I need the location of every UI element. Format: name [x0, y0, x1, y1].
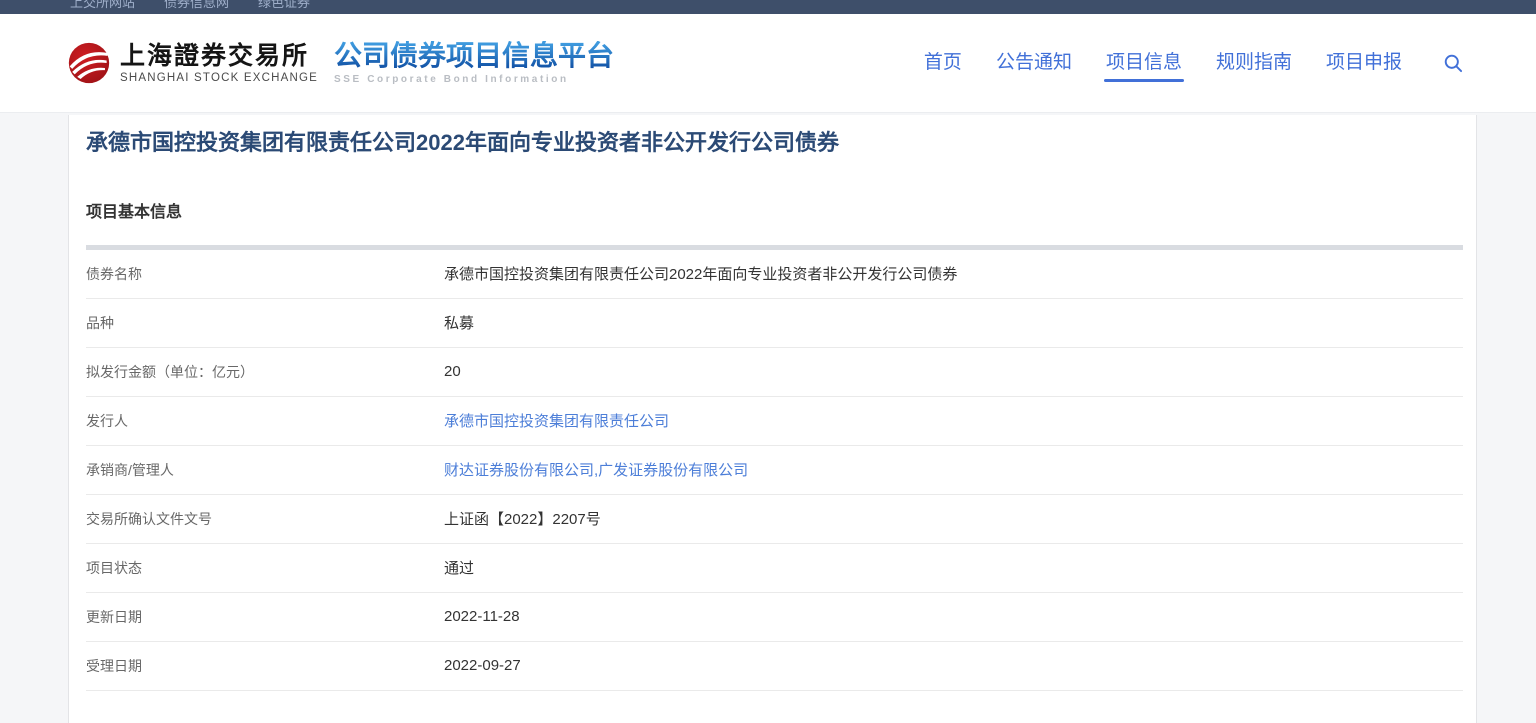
- nav-item[interactable]: 首页: [922, 41, 964, 86]
- sse-logo-icon: [68, 42, 110, 84]
- table-row: 拟发行金额（单位：亿元） 20: [86, 348, 1463, 397]
- row-label: 项目状态: [86, 558, 444, 578]
- header-nav-group: 首页 公告通知 项目信息 规则指南 项目申报: [922, 41, 1464, 86]
- sse-name-cn: 上海證券交易所: [120, 42, 318, 70]
- platform-name-en: SSE Corporate Bond Information: [334, 74, 614, 85]
- top-utility-bar: 上交所网站 债券信息网 绿色证券: [0, 0, 1536, 14]
- table-row: 债券名称 承德市国控投资集团有限责任公司2022年面向专业投资者非公开发行公司债…: [86, 250, 1463, 299]
- row-value: 承德市国控投资集团有限责任公司2022年面向专业投资者非公开发行公司债券: [444, 263, 957, 284]
- table-row: 发行人 承德市国控投资集团有限责任公司: [86, 397, 1463, 446]
- top-utility-links: 上交所网站 债券信息网 绿色证券: [0, 0, 1536, 13]
- site-header: 上海證券交易所 SHANGHAI STOCK EXCHANGE 公司债券项目信息…: [0, 14, 1536, 113]
- row-label: 拟发行金额（单位：亿元）: [86, 362, 444, 382]
- table-row: 承销商/管理人 财达证券股份有限公司,广发证券股份有限公司: [86, 446, 1463, 495]
- sse-name-block: 上海證券交易所 SHANGHAI STOCK EXCHANGE: [120, 42, 318, 84]
- table-row: 品种 私募: [86, 299, 1463, 348]
- row-value: 通过: [444, 557, 474, 578]
- table-rows: 债券名称 承德市国控投资集团有限责任公司2022年面向专业投资者非公开发行公司债…: [86, 250, 1463, 691]
- row-label: 品种: [86, 313, 444, 333]
- platform-name-cn: 公司债券项目信息平台: [334, 41, 614, 70]
- row-value: 私募: [444, 312, 474, 333]
- project-info-table: 债券名称 承德市国控投资集团有限责任公司2022年面向专业投资者非公开发行公司债…: [86, 245, 1463, 691]
- page-body: 承德市国控投资集团有限责任公司2022年面向专业投资者非公开发行公司债券 项目基…: [0, 113, 1536, 723]
- row-value: 2022-09-27: [444, 657, 521, 674]
- table-row: 受理日期 2022-09-27: [86, 642, 1463, 691]
- row-value: 20: [444, 363, 461, 380]
- table-row: 项目状态 通过: [86, 544, 1463, 593]
- content-panel: 承德市国控投资集团有限责任公司2022年面向专业投资者非公开发行公司债券 项目基…: [68, 115, 1477, 723]
- row-value: 2022-11-28: [444, 608, 520, 625]
- topbar-link[interactable]: 上交所网站: [70, 0, 135, 13]
- main-nav: 首页 公告通知 项目信息 规则指南 项目申报: [922, 41, 1404, 86]
- sse-name-en: SHANGHAI STOCK EXCHANGE: [120, 72, 318, 84]
- page-title: 承德市国控投资集团有限责任公司2022年面向专业投资者非公开发行公司债券: [86, 128, 1460, 159]
- search-button[interactable]: [1442, 52, 1464, 74]
- row-label: 承销商/管理人: [86, 460, 444, 480]
- logo-group[interactable]: 上海證券交易所 SHANGHAI STOCK EXCHANGE 公司债券项目信息…: [68, 41, 614, 85]
- row-label: 债券名称: [86, 264, 444, 284]
- row-label: 发行人: [86, 411, 444, 431]
- row-label: 更新日期: [86, 607, 444, 627]
- row-value[interactable]: 承德市国控投资集团有限责任公司: [444, 410, 669, 431]
- nav-item[interactable]: 公告通知: [994, 41, 1074, 86]
- table-row: 交易所确认文件文号 上证函【2022】2207号: [86, 495, 1463, 544]
- topbar-link[interactable]: 债券信息网: [164, 0, 229, 13]
- row-label: 交易所确认文件文号: [86, 509, 444, 529]
- nav-item[interactable]: 项目申报: [1324, 41, 1404, 86]
- row-value[interactable]: 财达证券股份有限公司,广发证券股份有限公司: [444, 459, 748, 480]
- nav-item[interactable]: 规则指南: [1214, 41, 1294, 86]
- row-label: 受理日期: [86, 656, 444, 676]
- topbar-link[interactable]: 绿色证券: [258, 0, 310, 13]
- table-row: 更新日期 2022-11-28: [86, 593, 1463, 642]
- nav-item[interactable]: 项目信息: [1104, 41, 1184, 86]
- platform-name-block: 公司债券项目信息平台 SSE Corporate Bond Informatio…: [334, 41, 614, 85]
- row-value: 上证函【2022】2207号: [444, 508, 601, 529]
- search-icon: [1444, 54, 1463, 73]
- section-title: 项目基本信息: [86, 198, 1460, 222]
